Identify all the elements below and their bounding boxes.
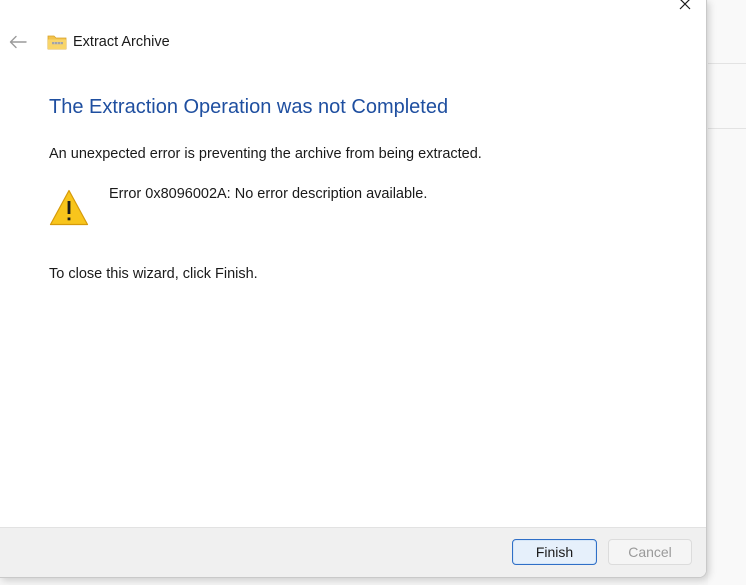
finish-button[interactable]: Finish [512,539,597,565]
close-hint-text: To close this wizard, click Finish. [49,266,258,282]
intro-text: An unexpected error is preventing the ar… [49,146,482,162]
back-button[interactable] [6,31,30,53]
page-title: The Extraction Operation was not Complet… [49,96,449,118]
button-bar: Finish Cancel [0,527,706,577]
background-divider [708,63,746,64]
window-title: Extract Archive [73,34,170,50]
back-arrow-icon [9,35,27,49]
background-divider [708,128,746,129]
dialog-header: Extract Archive [0,24,706,60]
close-icon [679,0,691,10]
warning-icon [49,189,89,226]
error-message: Error 0x8096002A: No error description a… [109,186,428,202]
cancel-button[interactable]: Cancel [608,539,692,565]
close-button[interactable] [664,0,706,12]
background-window-edge [708,0,746,585]
extract-archive-dialog: Extract Archive The Extraction Operation… [0,0,707,578]
zip-folder-icon [47,35,67,50]
